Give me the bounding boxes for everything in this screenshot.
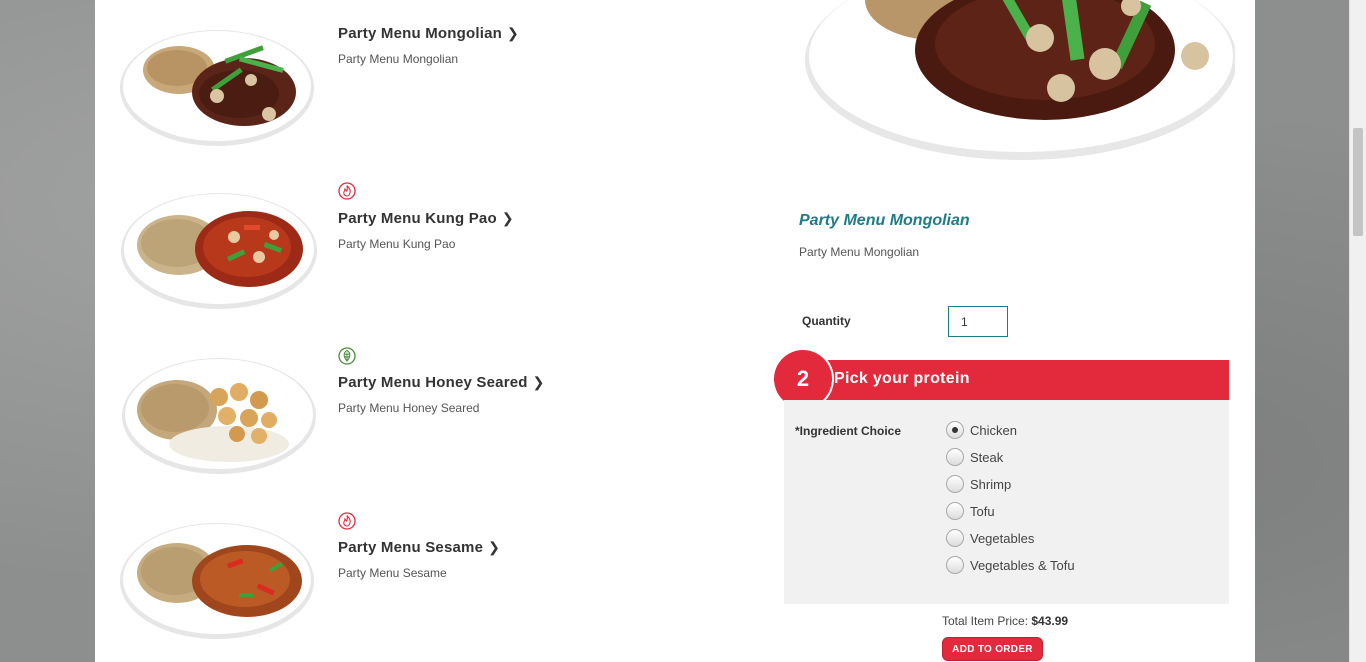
option-label: Tofu	[970, 503, 995, 519]
radio-button[interactable]	[946, 556, 964, 574]
menu-item-title[interactable]: Party Menu Kung Pao ❯	[338, 210, 514, 227]
ingredient-choice-label: *Ingredient Choice	[795, 424, 902, 438]
option-vegetables-tofu[interactable]: Vegetables & Tofu	[946, 554, 1075, 576]
menu-item-title[interactable]: Party Menu Sesame ❯	[338, 539, 500, 556]
menu-item-title[interactable]: Party Menu Mongolian ❯	[338, 25, 519, 42]
option-label: Steak	[970, 449, 1004, 465]
honey-seared-dish-image[interactable]	[119, 352, 319, 477]
chevron-right-icon: ❯	[532, 374, 545, 390]
option-vegetables[interactable]: Vegetables	[946, 527, 1034, 549]
option-shrimp[interactable]: Shrimp	[946, 473, 1011, 495]
menu-item-title[interactable]: Party Menu Honey Seared ❯	[338, 374, 545, 391]
chevron-right-icon: ❯	[488, 539, 501, 555]
menu-item-mongolian[interactable]: Party Menu Mongolian ❯ Party Menu Mongoli…	[95, 0, 755, 160]
option-steak[interactable]: Steak	[946, 446, 1003, 468]
option-label: Chicken	[970, 422, 1017, 438]
option-label: Vegetables	[970, 530, 1035, 546]
quantity-input[interactable]	[948, 306, 1008, 337]
radio-button[interactable]	[946, 475, 964, 493]
step-title: Pick your protein	[834, 370, 970, 387]
menu-item-sesame[interactable]: Party Menu Sesame ❯ Party Menu Sesame	[95, 495, 755, 655]
chevron-right-icon: ❯	[501, 210, 514, 226]
radio-button[interactable]	[946, 529, 964, 547]
option-label: Shrimp	[970, 476, 1012, 492]
menu-item-kung-pao[interactable]: Party Menu Kung Pao ❯ Party Menu Kung Pao	[95, 165, 755, 325]
spicy-flame-icon	[338, 512, 356, 530]
scrollbar-thumb[interactable]	[1353, 128, 1363, 236]
selected-dish-image	[805, 0, 1235, 160]
selected-item-title: Party Menu Mongolian	[799, 212, 970, 229]
menu-item-honey-seared[interactable]: Party Menu Honey Seared ❯ Party Menu Hone…	[95, 330, 755, 490]
add-to-order-button[interactable]: ADD TO ORDER	[942, 637, 1043, 661]
spicy-flame-icon	[338, 182, 356, 200]
total-price-label: Total Item Price:	[942, 614, 1029, 628]
sesame-dish-image[interactable]	[119, 517, 319, 642]
chevron-right-icon: ❯	[507, 25, 519, 41]
total-price-value: $43.99	[1031, 614, 1069, 628]
menu-page: Party Menu Mongolian ❯ Party Menu Mongoli…	[95, 0, 1255, 662]
option-label: Vegetables & Tofu	[970, 557, 1075, 573]
kung-pao-dish-image[interactable]	[119, 187, 319, 312]
menu-item-description: Party Menu Sesame	[338, 566, 447, 580]
radio-button-selected[interactable]	[946, 421, 964, 439]
radio-button[interactable]	[946, 502, 964, 520]
menu-item-description: Party Menu Mongolian	[338, 52, 459, 66]
total-item-price: Total Item Price: $43.99	[942, 614, 1068, 628]
option-chicken[interactable]: Chicken	[946, 419, 1017, 441]
vertical-scrollbar[interactable]	[1349, 0, 1366, 662]
leaf-icon	[338, 347, 356, 365]
option-tofu[interactable]: Tofu	[946, 500, 995, 522]
radio-button[interactable]	[946, 448, 964, 466]
quantity-label: Quantity	[802, 314, 851, 328]
menu-item-description: Party Menu Honey Seared	[338, 401, 480, 415]
selected-item-description: Party Menu Mongolian	[799, 245, 920, 259]
menu-item-description: Party Menu Kung Pao	[338, 237, 456, 251]
mongolian-dish-image[interactable]	[119, 22, 319, 147]
